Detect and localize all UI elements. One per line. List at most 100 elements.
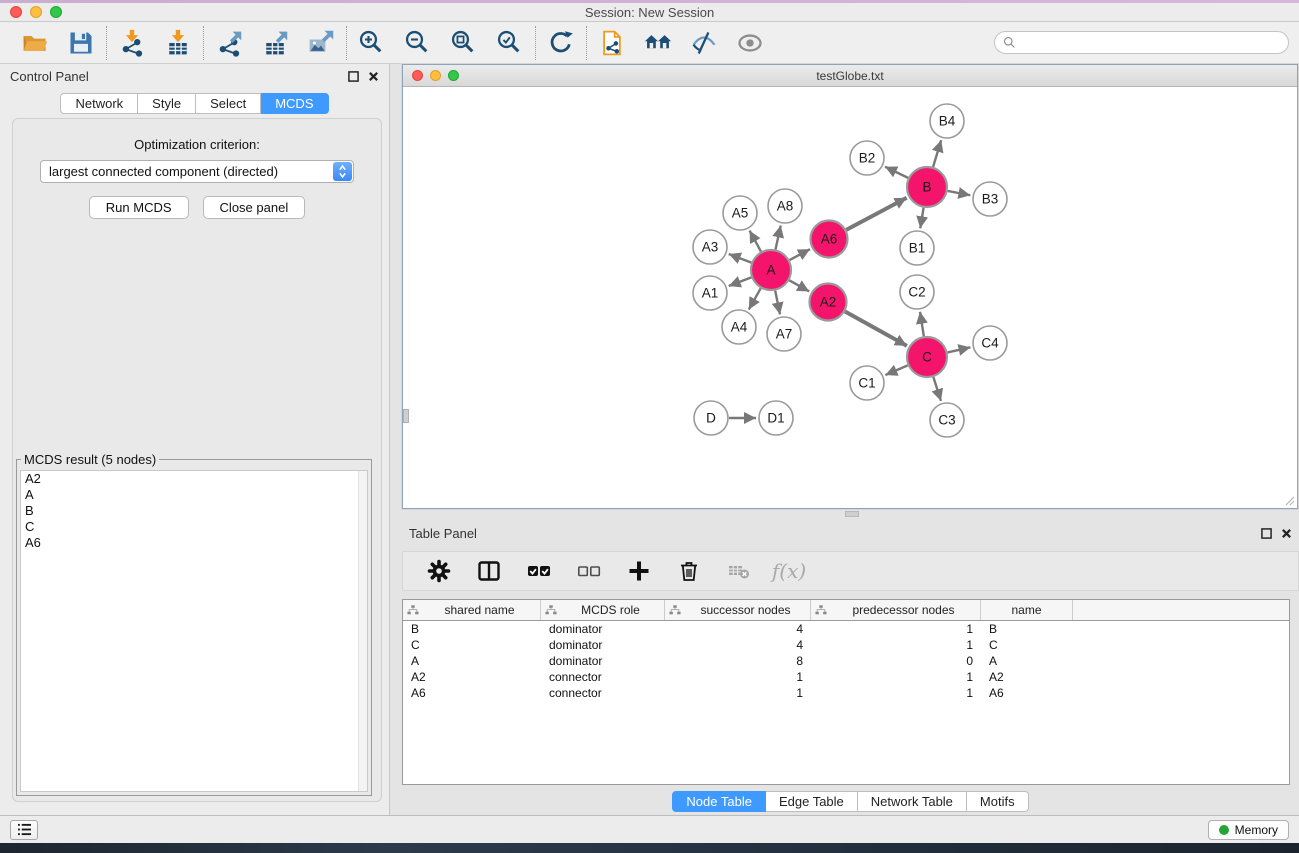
table-cell[interactable]: B: [981, 621, 1073, 637]
tab-mcds[interactable]: MCDS: [261, 93, 328, 114]
table-cell[interactable]: 8: [665, 653, 811, 669]
tab-edge-table[interactable]: Edge Table: [766, 791, 858, 812]
save-session-button[interactable]: [65, 27, 97, 59]
edge-A-A4[interactable]: [749, 288, 761, 309]
float-panel-button[interactable]: [348, 71, 359, 82]
tab-style[interactable]: Style: [138, 93, 196, 114]
edge-A-A5[interactable]: [750, 231, 761, 252]
edge-C-C3[interactable]: [933, 377, 941, 401]
edge-B-B1[interactable]: [920, 208, 923, 229]
close-panel-action-button[interactable]: Close panel: [203, 196, 306, 219]
edge-A-A1[interactable]: [729, 277, 752, 286]
zoom-fit-button[interactable]: [448, 27, 480, 59]
mcds-result-item[interactable]: C: [21, 519, 367, 535]
table-cell[interactable]: connector: [541, 685, 665, 701]
optimization-criterion-select[interactable]: largest connected component (directed): [40, 160, 354, 183]
run-mcds-button[interactable]: Run MCDS: [89, 196, 189, 219]
table-cell[interactable]: C: [981, 637, 1073, 653]
resize-grip-icon[interactable]: [1283, 494, 1295, 506]
tab-node-table[interactable]: Node Table: [672, 791, 766, 812]
import-network-button[interactable]: [116, 27, 148, 59]
tab-select[interactable]: Select: [196, 93, 261, 114]
edge-C-C1[interactable]: [885, 365, 907, 375]
import-table-button[interactable]: [162, 27, 194, 59]
select-all-button[interactable]: [523, 555, 555, 587]
export-network-button[interactable]: [213, 27, 245, 59]
table-cell[interactable]: A6: [981, 685, 1073, 701]
column-header-name[interactable]: name: [981, 600, 1073, 620]
column-header-predecessor-nodes[interactable]: predecessor nodes: [811, 600, 981, 620]
edge-A-A3[interactable]: [729, 254, 752, 263]
table-cell[interactable]: 0: [811, 653, 981, 669]
add-column-button[interactable]: [623, 555, 655, 587]
table-cell[interactable]: 1: [811, 685, 981, 701]
table-cell[interactable]: A2: [403, 669, 541, 685]
network-vertical-scrollbar[interactable]: [403, 409, 409, 423]
table-cell[interactable]: connector: [541, 669, 665, 685]
float-table-panel-button[interactable]: [1261, 528, 1272, 539]
tab-network[interactable]: Network: [60, 93, 138, 114]
table-cell[interactable]: 4: [665, 621, 811, 637]
tab-motifs[interactable]: Motifs: [967, 791, 1029, 812]
column-header-shared-name[interactable]: shared name: [403, 600, 541, 620]
edge-B-B4[interactable]: [933, 140, 941, 167]
network-horizontal-scrollbar[interactable]: [845, 511, 859, 517]
new-network-from-file-button[interactable]: [596, 27, 628, 59]
edge-B-B2[interactable]: [885, 167, 908, 178]
export-image-button[interactable]: [305, 27, 337, 59]
search-field[interactable]: [994, 31, 1289, 54]
refresh-button[interactable]: [545, 27, 577, 59]
edge-A6-B[interactable]: [846, 198, 906, 230]
split-panel-button[interactable]: [473, 555, 505, 587]
table-cell[interactable]: A2: [981, 669, 1073, 685]
column-header-successor-nodes[interactable]: successor nodes: [665, 600, 811, 620]
result-scrollbar[interactable]: [358, 471, 367, 791]
edge-A2-C[interactable]: [845, 311, 907, 345]
table-cell[interactable]: 1: [811, 621, 981, 637]
table-cell[interactable]: A6: [403, 685, 541, 701]
edge-A-A6[interactable]: [790, 249, 811, 260]
show-all-button[interactable]: [734, 27, 766, 59]
table-cell[interactable]: B: [403, 621, 541, 637]
mcds-result-item[interactable]: B: [21, 503, 367, 519]
edge-B-B3[interactable]: [948, 191, 971, 195]
function-builder-button[interactable]: f(x): [773, 555, 805, 587]
table-cell[interactable]: 1: [665, 685, 811, 701]
hide-selected-button[interactable]: [688, 27, 720, 59]
table-cell[interactable]: A: [403, 653, 541, 669]
network-canvas[interactable]: B4B2BB3B1A6A5A8A3AA1A2C2A4A7C4CC1DD1C3: [403, 87, 1297, 508]
table-cell[interactable]: 1: [665, 669, 811, 685]
mcds-result-item[interactable]: A: [21, 487, 367, 503]
edge-A-A2[interactable]: [789, 280, 809, 291]
zoom-out-button[interactable]: [402, 27, 434, 59]
table-cell[interactable]: 1: [811, 637, 981, 653]
column-header-MCDS-role[interactable]: MCDS role: [541, 600, 665, 620]
table-cell[interactable]: C: [403, 637, 541, 653]
edge-A-A8[interactable]: [775, 226, 780, 250]
mcds-result-list[interactable]: A2ABCA6: [20, 470, 368, 792]
search-input[interactable]: [1021, 36, 1280, 50]
delete-table-button[interactable]: [723, 555, 755, 587]
task-history-button[interactable]: [10, 820, 38, 840]
deselect-all-button[interactable]: [573, 555, 605, 587]
edge-C-C4[interactable]: [947, 347, 970, 352]
edge-C-C2[interactable]: [920, 312, 924, 336]
table-cell[interactable]: A: [981, 653, 1073, 669]
export-table-button[interactable]: [259, 27, 291, 59]
zoom-in-button[interactable]: [356, 27, 388, 59]
table-cell[interactable]: 1: [811, 669, 981, 685]
table-cell[interactable]: dominator: [541, 637, 665, 653]
delete-column-button[interactable]: [673, 555, 705, 587]
close-table-panel-button[interactable]: [1281, 528, 1292, 539]
open-session-button[interactable]: [19, 27, 51, 59]
gear-button[interactable]: [423, 555, 455, 587]
edge-A-A7[interactable]: [775, 291, 780, 315]
table-cell[interactable]: 4: [665, 637, 811, 653]
mcds-result-item[interactable]: A2: [21, 471, 367, 487]
zoom-selected-button[interactable]: [494, 27, 526, 59]
close-panel-button[interactable]: [368, 71, 379, 82]
memory-button[interactable]: Memory: [1208, 820, 1289, 840]
table-cell[interactable]: dominator: [541, 653, 665, 669]
first-neighbors-button[interactable]: [642, 27, 674, 59]
table-cell[interactable]: dominator: [541, 621, 665, 637]
